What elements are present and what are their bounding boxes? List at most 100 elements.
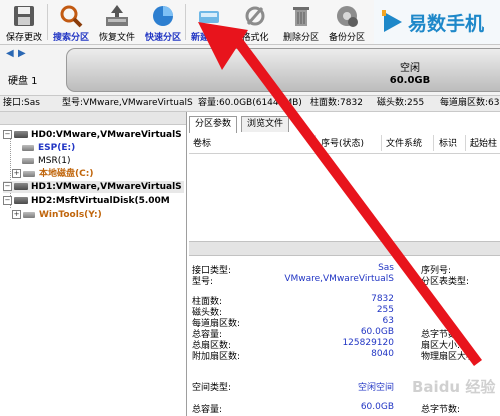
- column-header-index[interactable]: 序号(状态): [321, 136, 364, 149]
- partition-icon: [22, 157, 34, 164]
- format-button[interactable]: 格式化: [233, 0, 277, 44]
- info-sectors: 每道扇区数:63: [440, 98, 500, 108]
- tree-item-hd2[interactable]: − HD2:MsftVirtualDisk(5.00M: [3, 195, 170, 207]
- disk-bar-title: 空闲: [400, 63, 420, 74]
- detail-space-type-label: 空间类型:: [192, 383, 232, 393]
- column-header-id[interactable]: 标识: [439, 136, 457, 149]
- tree-item-label: HD1:VMware,VMwareVirtualS: [31, 182, 182, 192]
- tab-label: 分区参数: [195, 119, 232, 129]
- toolbar-separator: [185, 4, 186, 40]
- recover-files-button[interactable]: 恢复文件: [95, 0, 139, 44]
- prev-disk-icon[interactable]: ◀: [6, 48, 16, 60]
- backup-icon: [337, 6, 358, 27]
- brand-logo-icon: [382, 10, 402, 32]
- disk-strip: ◀ ▶ 硬盘 1 空闲 60.0GB: [0, 45, 500, 96]
- detail-cylinders-value: 7832: [371, 294, 394, 304]
- tree-item-label: 本地磁盘(C:): [39, 169, 94, 179]
- detail-free-bytes-label: 总字节数:: [421, 405, 461, 415]
- detail-space-type-value: 空闲空间: [357, 383, 394, 393]
- info-heads: 磁头数:255: [377, 98, 425, 108]
- disk-label: 硬盘 1: [8, 76, 38, 87]
- detail-model-value: VMware,VMwareVirtualS: [284, 274, 394, 284]
- format-icon: [245, 6, 265, 26]
- tab-partition-params[interactable]: 分区参数: [189, 116, 238, 133]
- detail-physical-sector-label: 物理扇区大小:: [421, 352, 479, 362]
- column-header-filesystem[interactable]: 文件系统: [386, 136, 422, 149]
- disk-space-bar[interactable]: 空闲 60.0GB: [66, 48, 500, 92]
- info-capacity: 容量:60.0GB(61440MB): [198, 98, 302, 108]
- tree-item-label: HD2:MsftVirtualDisk(5.00M: [31, 196, 170, 206]
- tree-item-label: MSR(1): [38, 156, 71, 166]
- search-icon: [60, 5, 83, 28]
- column-header-start-cylinder[interactable]: 起始柱: [470, 136, 497, 149]
- disk-info-line: 接口:Sas 型号:VMware,VMwareVirtualS 容量:60.0G…: [0, 96, 500, 112]
- search-partition-button[interactable]: 搜索分区: [49, 0, 93, 44]
- quick-partition-button[interactable]: 快速分区: [141, 0, 185, 44]
- tree-item-hd0[interactable]: − HD0:VMware,VMwareVirtualS: [3, 129, 182, 141]
- disk-bar-size: 60.0GB: [389, 75, 431, 86]
- new-partition-label: 新建分区: [190, 33, 227, 43]
- partition-icon: [22, 144, 34, 151]
- disk-icon: [14, 183, 28, 190]
- recover-files-label: 恢复文件: [98, 33, 135, 43]
- detail-partition-table-label: 分区表类型:: [421, 277, 470, 287]
- tab-label: 浏览文件: [247, 119, 284, 129]
- tree-item-hd1[interactable]: − HD1:VMware,VMwareVirtualS: [3, 181, 184, 193]
- detail-heads-value: 255: [376, 305, 394, 315]
- collapse-icon[interactable]: −: [3, 196, 12, 205]
- detail-interface-type-value: Sas: [378, 263, 394, 273]
- partition-table-body[interactable]: [189, 154, 500, 241]
- format-label: 格式化: [241, 33, 269, 43]
- quick-partition-icon: [153, 6, 173, 26]
- disk-icon: [14, 131, 28, 138]
- detail-extra-sectors-label: 附加扇区数:: [192, 352, 241, 362]
- disk-icon: [14, 197, 28, 204]
- disk-tree-panel: − HD0:VMware,VMwareVirtualS ESP(E:) MSR(1…: [0, 112, 187, 416]
- tree-item-label: HD0:VMware,VMwareVirtualS: [31, 130, 182, 140]
- toolbar-separator: [47, 4, 48, 40]
- tab-browse-files[interactable]: 浏览文件: [241, 116, 290, 132]
- detail-free-capacity-label: 总容量:: [192, 405, 223, 415]
- column-separator: [433, 135, 434, 151]
- column-header-label[interactable]: 卷标: [193, 136, 211, 149]
- brand-banner: 易数手机: [374, 0, 500, 44]
- delete-partition-label: 删除分区: [282, 33, 319, 43]
- brand-text: 易数手机: [408, 13, 485, 35]
- new-partition-icon: [199, 11, 219, 23]
- delete-icon: [293, 7, 309, 26]
- delete-partition-button[interactable]: 删除分区: [279, 0, 323, 44]
- info-cylinders: 柱面数:7832: [310, 98, 363, 108]
- detail-free-capacity-value: 60.0GB: [360, 402, 394, 412]
- tree-item-wintools[interactable]: + WinTools(Y:): [12, 209, 102, 221]
- partition-table-header: 卷标 序号(状态) 文件系统 标识 起始柱: [189, 133, 500, 154]
- tree-item-msr[interactable]: MSR(1): [22, 155, 70, 167]
- disk-bar-label: 空闲 60.0GB: [335, 63, 485, 87]
- column-separator: [315, 135, 316, 151]
- backup-partition-label: 备份分区: [328, 33, 365, 43]
- tree-item-label: WinTools(Y:): [39, 210, 102, 220]
- detail-total-sectors-value: 125829120: [342, 338, 394, 348]
- detail-capacity-value: 60.0GB: [360, 327, 394, 337]
- expand-icon[interactable]: +: [12, 169, 21, 178]
- info-interface: 接口:Sas: [3, 98, 40, 108]
- detail-sectors-value: 63: [382, 316, 394, 326]
- expand-icon[interactable]: +: [12, 210, 21, 219]
- search-partition-label: 搜索分区: [52, 33, 89, 43]
- tree-header: [0, 112, 186, 125]
- collapse-icon[interactable]: −: [3, 182, 12, 191]
- quick-partition-label: 快速分区: [144, 33, 181, 43]
- tree-item-label: ESP(E:): [38, 143, 76, 153]
- tree-item-local-disk-c[interactable]: + 本地磁盘(C:): [12, 168, 93, 180]
- new-partition-button[interactable]: 新建分区: [187, 0, 231, 44]
- backup-partition-button[interactable]: 备份分区: [325, 0, 369, 44]
- partition-icon: [23, 211, 35, 218]
- save-changes-label: 保存更改: [5, 33, 42, 43]
- column-separator: [381, 135, 382, 151]
- save-changes-button[interactable]: 保存更改: [2, 0, 46, 44]
- next-disk-icon[interactable]: ▶: [18, 48, 28, 60]
- recover-icon: [106, 5, 128, 26]
- tree-item-esp[interactable]: ESP(E:): [22, 142, 75, 154]
- collapse-icon[interactable]: −: [3, 130, 12, 139]
- watermark: Baidu 经验: [412, 378, 496, 396]
- panel-splitter[interactable]: [189, 241, 500, 256]
